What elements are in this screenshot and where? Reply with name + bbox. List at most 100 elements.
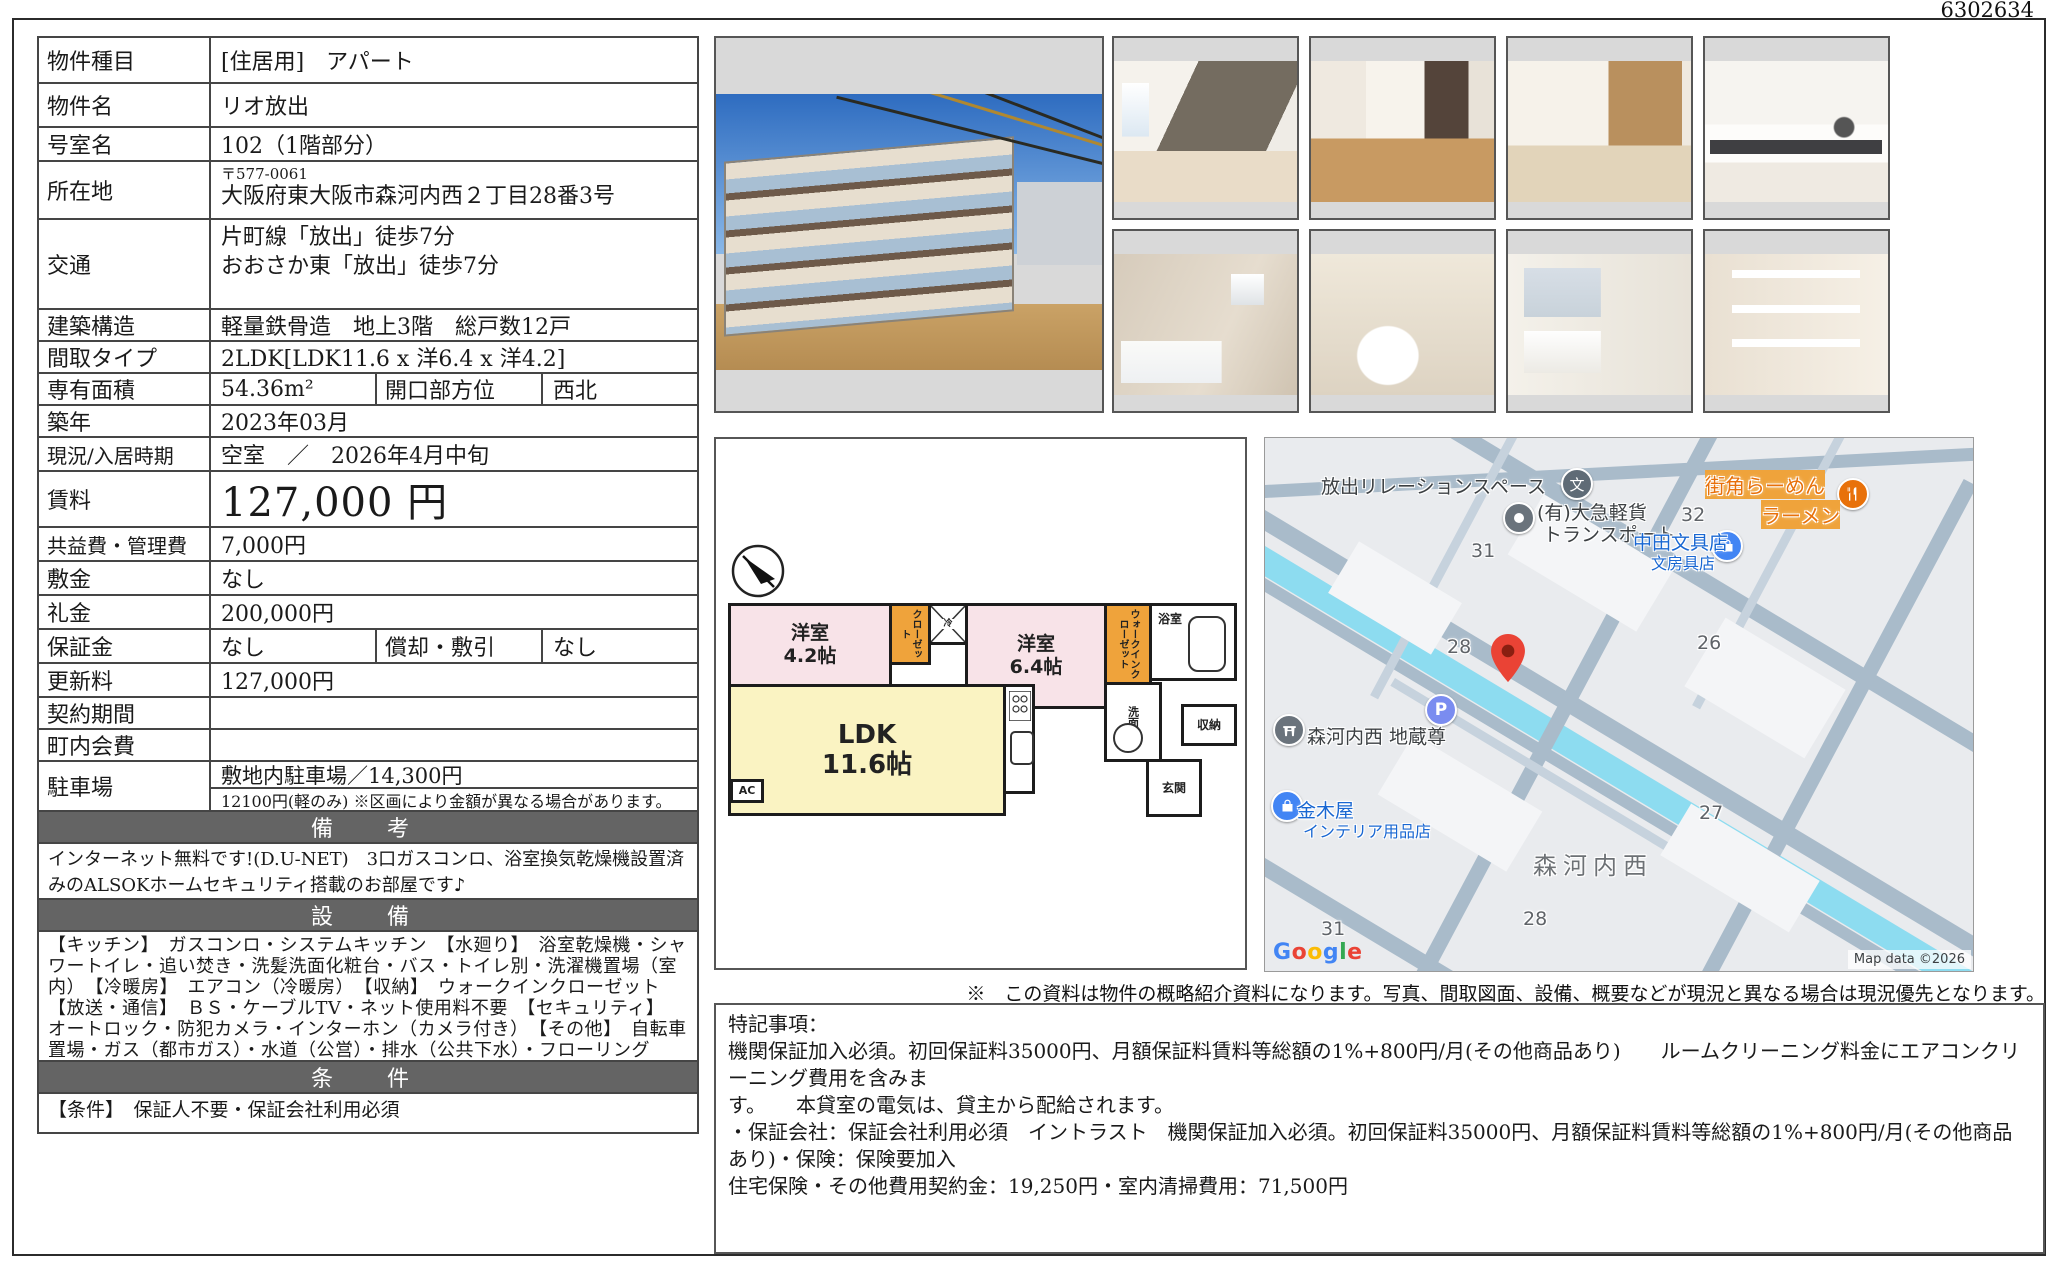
restaurant-icon[interactable] — [1837, 478, 1869, 510]
floorplan-entrance: 玄関 — [1146, 759, 1202, 817]
row-label: 敷金 — [39, 562, 211, 594]
location-map[interactable]: 文 P 放出リレーションスペース 32 街角らーめん ラーメン (有)大急軽貨 … — [1264, 437, 1974, 972]
kitchen-image — [1705, 61, 1888, 201]
row-label: 賃料 — [39, 472, 211, 526]
map-attribution: Map data ©2026 — [1848, 950, 1971, 969]
washing-machine-icon — [1113, 723, 1143, 753]
room-name: 洋室 — [784, 622, 837, 645]
bathtub-icon — [1188, 616, 1226, 672]
row-value: リオ放出 — [211, 84, 697, 126]
table-row-address: 所在地 〒577-0061 大阪府東大阪市森河内西２丁目28番3号 — [39, 160, 697, 218]
map-label-interior-sub: インテリア用品店 — [1303, 818, 1431, 842]
row-value — [211, 730, 697, 760]
section-header-conditions: 条 件 — [39, 1060, 697, 1092]
closet-label: クローゼット — [899, 606, 921, 662]
table-row-key-money: 礼金 200,000円 — [39, 594, 697, 628]
remarks-text: インターネット無料です!(D.U-NET) 3口ガスコンロ、浴室換気乾燥機設置済… — [39, 842, 697, 898]
row-value: 127,000円 — [211, 664, 697, 696]
map-label-block-28b: 28 — [1523, 908, 1547, 930]
row-label: 間取タイプ — [39, 342, 211, 372]
row-value: 片町線「放出」徒歩7分 おおさか東「放出」徒歩7分 — [211, 220, 697, 308]
row-value: 200,000円 — [211, 596, 697, 628]
row-value: なし — [211, 630, 377, 662]
floorplan-closet: クローゼット — [889, 603, 931, 665]
table-row-guarantee-deposit: 保証金 なし 償却・敷引 なし — [39, 628, 697, 662]
floorplan-washroom: 洗面室 — [1104, 682, 1162, 762]
special-notes-line: ・保証会社：保証会社利用必須 イントラスト 機関保証加入必須。初回保証料3500… — [728, 1119, 2031, 1173]
map-label-stationery-sub: 文房具店 — [1651, 550, 1715, 574]
walkin-closet-label: ウォークインクローゼット — [1117, 606, 1139, 682]
photo-hallway — [1309, 36, 1496, 220]
row-label: 共益費・管理費 — [39, 528, 211, 560]
photo-bathroom — [1112, 229, 1299, 413]
map-label-block-27: 27 — [1699, 802, 1723, 824]
property-table: 物件種目 [住居用] アパート 物件名 リオ放出 号室名 102（1階部分） 所… — [37, 36, 699, 1134]
map-label-block-31a: 31 — [1471, 540, 1495, 562]
special-notes-title: 特記事項： — [728, 1011, 2031, 1038]
postal-code: 〒577-0061 — [221, 165, 687, 183]
bedroom-image — [1114, 61, 1297, 201]
row-value: 空室 ／ 2026年4月中旬 — [211, 438, 697, 470]
map-label-ramen: 街角らーめん — [1705, 470, 1825, 499]
floorplan-ldk: LDK 11.6帖 — [728, 684, 1006, 816]
parking-note: 12100円(軽のみ) ※区画により金額が異なる場合があります。 — [211, 789, 697, 810]
storage-image — [1705, 254, 1888, 394]
company-pin-icon[interactable] — [1503, 502, 1535, 534]
google-logo: Google — [1273, 940, 1363, 965]
photo-kitchen — [1703, 36, 1890, 220]
special-notes-line: 機関保証加入必須。初回保証料35000円、月額保証料賃料等総額の1%+800円/… — [728, 1038, 2031, 1092]
table-row-deposit: 敷金 なし — [39, 560, 697, 594]
table-row-floor-area: 専有面積 54.36m² 開口部方位 西北 — [39, 372, 697, 404]
photo-bedroom — [1112, 36, 1299, 220]
parking-main: 敷地内駐車場／14,300円 — [211, 762, 697, 789]
row-label-2: 償却・敷引 — [377, 630, 543, 662]
row-value-2: なし — [543, 630, 697, 662]
conditions-text: 【条件】 保証人不要・保証会社利用必須 — [39, 1092, 697, 1132]
photo-toilet — [1309, 229, 1496, 413]
floorplan-walkin-closet: ウォークインクローゼット — [1104, 603, 1152, 685]
ldk-size: 11.6帖 — [822, 750, 912, 780]
row-label: 契約期間 — [39, 698, 211, 728]
map-label-jizo: 森河内西 地蔵尊 — [1307, 722, 1446, 749]
row-value: 軽量鉄骨造 地上3階 総戸数12戸 — [211, 310, 697, 340]
stove-icon — [1009, 691, 1031, 721]
map-label-block-28a: 28 — [1447, 636, 1471, 658]
row-value-2: 西北 — [543, 374, 697, 404]
special-notes-line: 住宅保険・その他費用契約金：19,250円・室内清掃費用：71,500円 — [728, 1173, 2031, 1200]
school-icon[interactable]: 文 — [1561, 468, 1593, 500]
floorplan-kitchen-counter — [1003, 684, 1035, 794]
table-row-transport: 交通 片町線「放出」徒歩7分 おおさか東「放出」徒歩7分 — [39, 218, 697, 308]
special-notes-line: す。 本貸室の電気は、貸主から配給されます。 — [728, 1092, 2031, 1119]
map-label-block-26: 26 — [1697, 632, 1721, 654]
ldk-name: LDK — [822, 720, 912, 750]
row-label: 物件名 — [39, 84, 211, 126]
rent-amount: 127,000 円 — [211, 472, 697, 526]
room-size: 4.2帖 — [784, 645, 837, 668]
row-label: 物件種目 — [39, 38, 211, 82]
photo-building-exterior — [714, 36, 1104, 413]
address-text: 大阪府東大阪市森河内西２丁目28番3号 — [221, 183, 687, 210]
row-label: 号室名 — [39, 128, 211, 160]
row-value: 2LDK[LDK11.6 x 洋6.4 x 洋4.2] — [211, 342, 697, 372]
table-row-contract-period: 契約期間 — [39, 696, 697, 728]
table-row-rent: 賃料 127,000 円 — [39, 470, 697, 526]
neighbor-building — [1017, 182, 1102, 265]
floorplan-panel: 洋室 4.2帖 クローゼット 冷 洋室 6.4帖 ウォークインクローゼット 浴室 — [714, 437, 1247, 970]
hallway-image — [1311, 61, 1494, 201]
disclaimer-note: ※ この資料は物件の概略紹介資料になります。写真、間取図面、設備、概要などが現況… — [714, 979, 2045, 1006]
table-row-status: 現況/入居時期 空室 ／ 2026年4月中旬 — [39, 436, 697, 470]
table-row-room-number: 号室名 102（1階部分） — [39, 126, 697, 160]
row-value: 54.36m² — [211, 374, 377, 404]
room-name: 洋室 — [1010, 633, 1063, 656]
bathroom-image — [1114, 254, 1297, 394]
map-label-block-31b: 31 — [1321, 918, 1345, 940]
bathroom-label: 浴室 — [1158, 614, 1182, 624]
table-row-built-year: 築年 2023年03月 — [39, 404, 697, 436]
property-location-pin[interactable] — [1491, 634, 1525, 686]
ac-label: AC — [739, 786, 756, 796]
shrine-icon[interactable] — [1273, 714, 1305, 746]
floorplan-ac-unit: AC — [730, 779, 764, 803]
table-row-structure: 建築構造 軽量鉄骨造 地上3階 総戸数12戸 — [39, 308, 697, 340]
row-label: 町内会費 — [39, 730, 211, 760]
floorplan-fridge-space: 冷 — [928, 603, 968, 645]
